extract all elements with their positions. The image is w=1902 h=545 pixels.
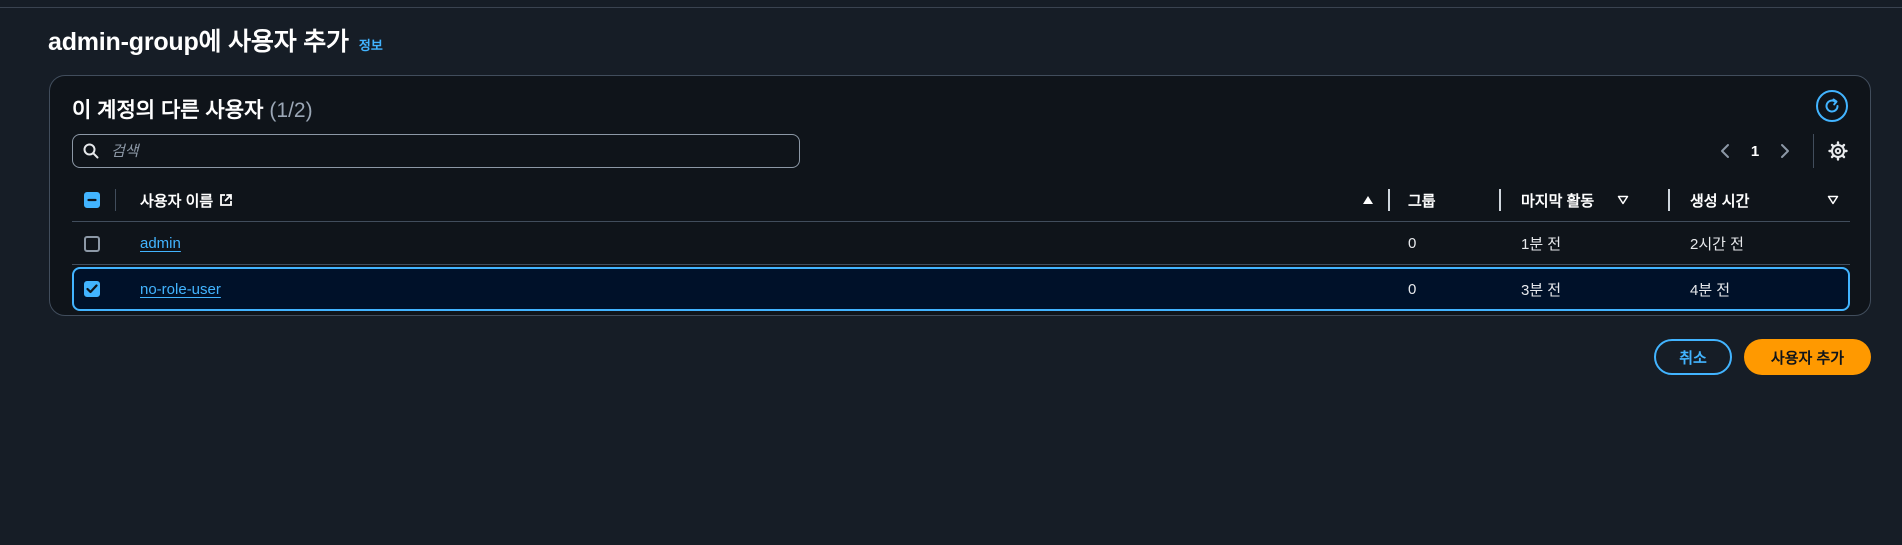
table-row[interactable]: admin 0 1분 전 2시간 전 <box>72 223 1850 265</box>
container-title-text: 이 계정의 다른 사용자 <box>72 99 264 122</box>
column-header-username[interactable]: 사용자 이름 <box>140 179 233 221</box>
users-container: 이 계정의 다른 사용자(1/2) 1 <box>49 75 1871 316</box>
page-number[interactable]: 1 <box>1743 143 1767 160</box>
row-checkbox[interactable] <box>84 235 100 252</box>
selection-count: (1/2) <box>269 99 313 122</box>
page-header: admin-group에 사용자 추가 정보 <box>48 22 383 58</box>
username-link[interactable]: admin <box>140 235 181 252</box>
search-input[interactable] <box>109 141 799 161</box>
chevron-right-icon[interactable] <box>1773 143 1797 159</box>
column-header-created[interactable]: 생성 시간 <box>1690 179 1749 221</box>
column-label-groups: 그룹 <box>1408 192 1436 210</box>
username-link[interactable]: no-role-user <box>140 281 221 298</box>
column-label-created: 생성 시간 <box>1690 192 1750 210</box>
row-checkbox-cell[interactable] <box>84 223 100 264</box>
header-divider <box>1499 189 1501 211</box>
groups-cell: 0 <box>1408 235 1417 252</box>
groups-cell: 0 <box>1408 280 1417 298</box>
last-activity-cell: 1분 전 <box>1521 236 1562 253</box>
add-users-button[interactable]: 사용자 추가 <box>1744 339 1871 375</box>
sort-descending-icon[interactable] <box>1827 179 1839 221</box>
column-header-groups[interactable]: 그룹 <box>1408 179 1436 221</box>
users-table: 사용자 이름 그룹 마지막 활동 생성 시간 admin 0 1분 전 2시간 … <box>72 179 1850 311</box>
row-checkbox-checked[interactable] <box>84 281 100 297</box>
pager-divider <box>1813 134 1814 168</box>
top-divider <box>0 7 1902 8</box>
header-divider <box>1388 189 1390 211</box>
select-all-checkbox[interactable] <box>84 179 100 221</box>
settings-gear-icon[interactable] <box>1828 141 1848 161</box>
refresh-icon <box>1825 98 1839 113</box>
column-label-last-activity: 마지막 활동 <box>1521 192 1595 210</box>
sort-ascending-icon[interactable] <box>1362 179 1374 221</box>
page-title: admin-group에 사용자 추가 <box>48 28 349 56</box>
table-row-selected[interactable]: no-role-user 0 3분 전 4분 전 <box>72 267 1850 311</box>
column-header-last-activity[interactable]: 마지막 활동 <box>1521 179 1594 221</box>
header-divider <box>1668 189 1670 211</box>
external-link-icon <box>219 193 233 207</box>
sort-descending-icon[interactable] <box>1617 179 1629 221</box>
refresh-button[interactable] <box>1816 90 1848 122</box>
info-link[interactable]: 정보 <box>359 35 383 54</box>
search-field[interactable] <box>72 134 800 168</box>
column-label-username: 사용자 이름 <box>140 192 214 210</box>
cancel-button[interactable]: 취소 <box>1654 339 1732 375</box>
row-checkbox-cell[interactable] <box>84 269 100 309</box>
created-cell: 4분 전 <box>1690 281 1731 299</box>
header-divider <box>115 189 116 211</box>
table-header: 사용자 이름 그룹 마지막 활동 생성 시간 <box>72 179 1850 222</box>
container-title: 이 계정의 다른 사용자 (1/2) <box>72 94 313 124</box>
pagination: 1 <box>1707 134 1848 168</box>
last-activity-cell: 3분 전 <box>1521 281 1562 299</box>
created-cell: 2시간 전 <box>1690 236 1744 253</box>
search-icon <box>73 143 109 159</box>
checkbox-indeterminate[interactable] <box>84 192 100 208</box>
chevron-left-icon[interactable] <box>1713 143 1737 159</box>
